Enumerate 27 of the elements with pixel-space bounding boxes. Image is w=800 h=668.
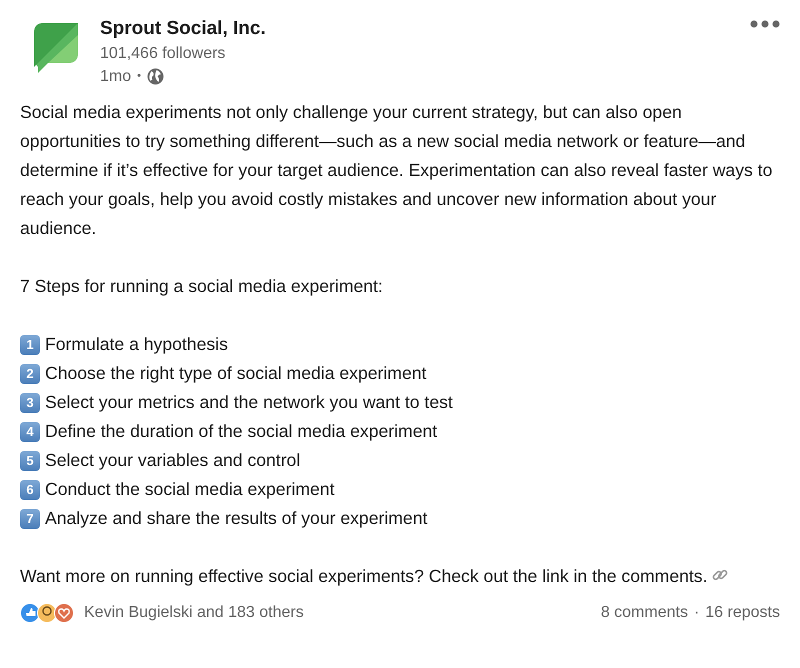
steps-heading: 7 Steps for running a social media experiment: — [20, 275, 384, 298]
comments-count[interactable]: 8 comments — [600, 604, 688, 622]
reactions-count[interactable]: Kevin Bugielski and 183 others — [84, 604, 304, 622]
step-text: Define the duration of the social media experiment — [45, 420, 438, 443]
follower-count: 101,466 followers — [100, 44, 226, 64]
number-keycap: 5 — [20, 450, 40, 470]
step-text: Select your metrics and the network you want to test — [45, 391, 453, 414]
post-paragraph: Social media experiments not only challenge your current strategy, but can also open opportunities to try something different—such as a new social media network or feature—and determine if it’s effective for your target audience. Experimentation can also reveal faster ways to reach your goals, help you avoid costly mistakes and uncover new information about your audience. — [20, 101, 774, 240]
post-time: 1mo — [100, 67, 132, 87]
number-keycap: 1 — [20, 334, 40, 354]
reaction-icons — [20, 603, 76, 623]
step-text: Conduct the social media experiment — [45, 478, 334, 501]
step-text: Choose the right type of social media experiment — [45, 362, 426, 385]
separator: • — [137, 69, 141, 84]
number-keycap: 4 — [20, 422, 40, 442]
company-name[interactable]: Sprout Social, Inc. — [100, 16, 266, 42]
reposts-count[interactable]: 16 reposts — [705, 604, 780, 622]
globe-icon — [146, 68, 164, 85]
separator: · — [694, 604, 700, 622]
number-keycap: 3 — [20, 392, 40, 412]
step-text: Formulate a hypothesis — [45, 333, 228, 356]
closing-text: Want more on running effective social experiments? Check out the link in the comments. — [20, 566, 708, 586]
number-keycap: 2 — [20, 364, 40, 384]
step-text: Select your variables and control — [45, 449, 300, 472]
step-text: Analyze and share the results of your experiment — [45, 507, 428, 530]
number-keycap: 7 — [20, 508, 40, 528]
number-keycap: 6 — [20, 480, 40, 500]
